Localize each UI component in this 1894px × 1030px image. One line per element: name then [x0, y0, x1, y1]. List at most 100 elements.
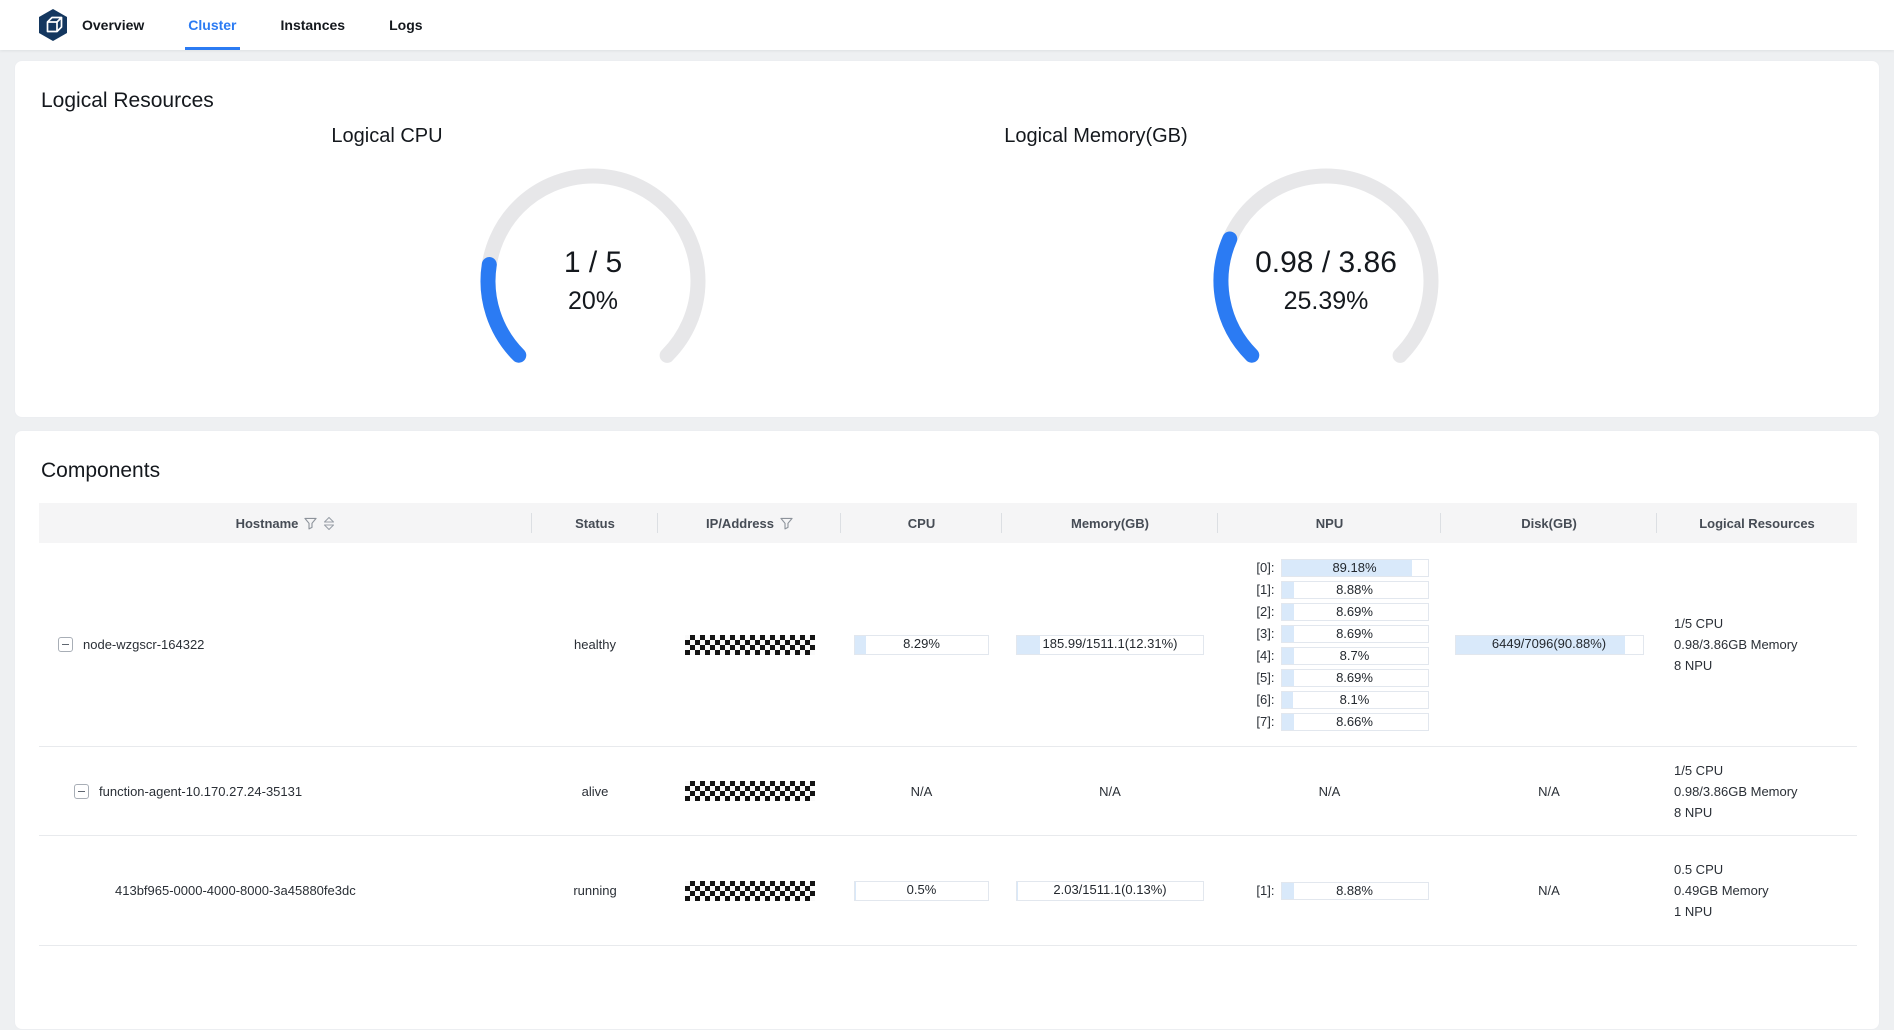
logical-resources-card: Logical Resources Logical CPU 1 / 5 20% … [14, 60, 1880, 418]
app-logo-icon [38, 9, 68, 41]
ip-address-redacted-box [685, 781, 815, 801]
column-header-logical-resources[interactable]: Logical Resources [1657, 503, 1857, 543]
logical-resource-line: 0.5 CPU [1674, 861, 1723, 878]
hostname-label: function-agent-10.170.27.24-35131 [99, 784, 302, 799]
disk-usage-cell: 6449/7096(90.88%) [1441, 635, 1657, 655]
gauge-percent: 25.39% [1284, 287, 1369, 316]
memory-usage-cell: 185.99/1511.1(12.31%) [1002, 635, 1218, 655]
collapse-toggle-button[interactable] [74, 784, 89, 799]
logical-resource-line: 0.49GB Memory [1674, 882, 1769, 899]
cpu-usage-cell: 0.5% [841, 881, 1002, 901]
logical-resource-line: 0.98/3.86GB Memory [1674, 636, 1798, 653]
column-header-ip-address[interactable]: IP/Address [658, 503, 841, 543]
npu-usage-line: [3]: 8.69% [1231, 625, 1429, 643]
npu-index-label: [6]: [1231, 692, 1275, 707]
table-header-row: Hostname Status IP/Address CPUMemory(GB) NPU… [39, 503, 1857, 543]
hostname-label: 413bf965-0000-4000-8000-3a45880fe3dc [115, 883, 356, 898]
logical-resource-line: 1/5 CPU [1674, 615, 1723, 632]
top-navigation-bar: Overview Cluster Instances Logs [0, 0, 1894, 50]
npu-index-label: [4]: [1231, 648, 1275, 663]
bar-label: 185.99/1511.1(12.31%) [1017, 636, 1203, 651]
disk-usage-cell: N/A [1441, 883, 1657, 898]
npu-index-label: [0]: [1231, 560, 1275, 575]
memory-usage-cell: N/A [1002, 784, 1218, 799]
npu-usage-line: [2]: 8.69% [1231, 603, 1429, 621]
cpu-usage-bar: 8.29% [854, 635, 989, 655]
cpu-usage-bar: 0.5% [854, 881, 989, 901]
ip-address-cell [658, 635, 841, 655]
bar-label: 89.18% [1282, 560, 1428, 575]
hostname-filter-icon[interactable] [304, 517, 317, 530]
components-table: Hostname Status IP/Address CPUMemory(GB) NPU… [39, 503, 1857, 946]
npu-usage-line: [1]:8.88% [1231, 581, 1429, 599]
memory-usage-bar: 185.99/1511.1(12.31%) [1016, 635, 1204, 655]
column-header-hostname[interactable]: Hostname [39, 503, 532, 543]
gauge-value: 0.98 / 3.86 [1255, 246, 1397, 280]
tab-overview[interactable]: Overview [82, 0, 144, 50]
logical-resources-cell: 1/5 CPU0.98/3.86GB Memory8 NPU [1657, 615, 1857, 674]
column-header-label: Logical Resources [1699, 516, 1815, 531]
hostname-label: node-wzgscr-164322 [83, 637, 204, 652]
tab-logs[interactable]: Logs [389, 0, 422, 50]
logical-resource-line: 0.98/3.86GB Memory [1674, 783, 1798, 800]
npu-usage-bar: 8.66% [1281, 713, 1429, 731]
ip-address-filter-icon[interactable] [780, 517, 793, 530]
table-row: function-agent-10.170.27.24-35131 alive N/… [39, 747, 1857, 836]
gauge-value: 1 / 5 [564, 246, 622, 280]
components-card: Components HostnameStatusIP/AddressCPUMe… [14, 430, 1880, 1030]
bar-label: 8.69% [1282, 604, 1428, 619]
npu-usage-bar: 8.1% [1281, 691, 1429, 709]
column-header-label: NPU [1316, 516, 1343, 531]
npu-usage-bar: 8.7% [1281, 647, 1429, 665]
cpu-usage-cell: 8.29% [841, 635, 1002, 655]
npu-index-label: [3]: [1231, 626, 1275, 641]
npu-index-label: [5]: [1231, 670, 1275, 685]
npu-usage-bar: 8.88% [1281, 581, 1429, 599]
npu-usage-bar: 8.69% [1281, 625, 1429, 643]
hostname-sort-icon[interactable] [323, 516, 335, 531]
bar-label: 8.69% [1282, 626, 1428, 641]
bar-label: 8.66% [1282, 714, 1428, 729]
npu-index-label: [1]: [1231, 883, 1275, 898]
npu-usage-line: [4]: 8.7% [1231, 647, 1429, 665]
tab-cluster[interactable]: Cluster [188, 0, 236, 50]
npu-usage-line: [6]: 8.1% [1231, 691, 1429, 709]
npu-index-label: [7]: [1231, 714, 1275, 729]
table-row: 413bf965-0000-4000-8000-3a45880fe3dcrunn… [39, 836, 1857, 946]
npu-usage-cell: [1]: 8.88% [1218, 880, 1441, 902]
logical-resource-line: 1/5 CPU [1674, 762, 1723, 779]
column-header-disk-gb-[interactable]: Disk(GB) [1441, 503, 1657, 543]
bar-label: 0.5% [855, 882, 988, 897]
column-header-label: IP/Address [706, 516, 774, 531]
npu-usage-line: [7]: 8.66% [1231, 713, 1429, 731]
status-text: healthy [532, 637, 658, 652]
npu-usage-line: [5]: 8.69% [1231, 669, 1429, 687]
logical-resources-cell: 0.5 CPU 0.49GB Memory 1 NPU [1657, 861, 1857, 920]
bar-label: 8.88% [1282, 883, 1428, 898]
column-header-cpu[interactable]: CPU [841, 503, 1002, 543]
memory-usage-cell: 2.03/1511.1(0.13%) [1002, 881, 1218, 901]
npu-usage-bar: 8.69% [1281, 669, 1429, 687]
npu-index-label: [2]: [1231, 604, 1275, 619]
gauge-percent: 20% [568, 287, 618, 316]
logical-resource-line: 1 NPU [1674, 903, 1712, 920]
bar-label: 8.69% [1282, 670, 1428, 685]
table-row: node-wzgscr-164322 healthy 8.29% 185.99/151… [39, 543, 1857, 747]
npu-usage-bar: 89.18% [1281, 559, 1429, 577]
tab-instances[interactable]: Instances [281, 0, 346, 50]
collapse-toggle-button[interactable] [58, 637, 73, 652]
npu-usage-line: [0]: 89.18% [1231, 559, 1429, 577]
npu-usage-line: [1]: 8.88% [1231, 882, 1429, 900]
column-header-status[interactable]: Status [532, 503, 658, 543]
column-header-label: Hostname [236, 516, 299, 531]
hostname-cell: function-agent-10.170.27.24-35131 [39, 784, 532, 799]
column-header-npu[interactable]: NPU [1218, 503, 1441, 543]
table-body: node-wzgscr-164322 healthy 8.29% 185.99/151… [39, 543, 1857, 946]
status-text: alive [532, 784, 658, 799]
disk-usage-bar: 6449/7096(90.88%) [1455, 635, 1644, 655]
cpu-usage-cell: N/A [841, 784, 1002, 799]
column-header-memory-gb-[interactable]: Memory(GB) [1002, 503, 1218, 543]
logical-cpu-gauge: 1 / 5 20% [473, 161, 713, 401]
column-header-label: Disk(GB) [1521, 516, 1577, 531]
ip-address-cell [658, 881, 841, 901]
